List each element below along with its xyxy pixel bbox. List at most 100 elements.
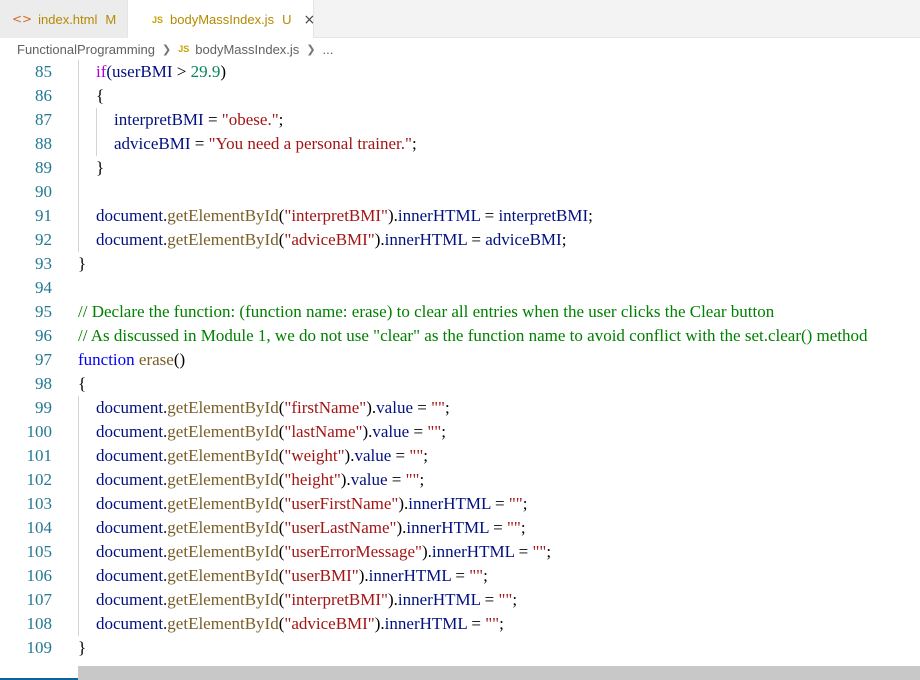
code-line[interactable]: 96 // As discussed in Module 1, we do not…	[0, 324, 920, 348]
code-line[interactable]: 104 document.getElementById("userLastName…	[0, 516, 920, 540]
code-line[interactable]: 97 function erase()	[0, 348, 920, 372]
code-line[interactable]: 89}	[0, 156, 920, 180]
code-editor[interactable]: 85 if(userBMI > 29.9) 86 {87 interpretBMI = …	[0, 60, 920, 666]
code-token: ;	[546, 542, 552, 561]
code-token: ""	[427, 422, 442, 441]
line-number: 95	[35, 302, 52, 321]
code-line[interactable]: 85 if(userBMI > 29.9)	[0, 60, 920, 84]
line-number: 86	[35, 86, 52, 105]
code-token: innerHTML	[384, 614, 472, 633]
code-line[interactable]: 99 document.getElementById("firstName").v…	[0, 396, 920, 420]
code-token: ()	[173, 350, 186, 369]
code-line[interactable]: 109}	[0, 636, 920, 660]
line-number: 101	[26, 446, 53, 465]
code-line[interactable]: 98 {	[0, 372, 920, 396]
code-line[interactable]: 108 document.getElementById("adviceBMI").…	[0, 612, 920, 636]
code-line[interactable]: 107 document.getElementById("interpretBMI…	[0, 588, 920, 612]
code-token: "userLastName"	[284, 518, 397, 537]
code-token: ).	[396, 518, 407, 537]
code-token: =	[471, 614, 481, 633]
code-token: "adviceBMI"	[284, 230, 375, 249]
code-line[interactable]: 91 document.getElementById("interpretBMI"…	[0, 204, 920, 228]
code-token: innerHTML	[431, 542, 519, 561]
code-line[interactable]: 87 interpretBMI = "obese.";	[0, 108, 920, 132]
breadcrumb-file[interactable]: bodyMassIndex.js	[195, 42, 299, 57]
code-token: ;	[520, 518, 526, 537]
line-number: 99	[35, 398, 52, 417]
code-line[interactable]: 106 document.getElementById("userBMI").in…	[0, 564, 920, 588]
line-number: 100	[26, 422, 53, 441]
code-token: ;	[444, 398, 450, 417]
code-text: adviceBMI = "You need a personal trainer…	[114, 132, 417, 156]
code-token: ""	[409, 446, 424, 465]
code-line[interactable]: 105 document.getElementById("userErrorMes…	[0, 540, 920, 564]
indent-guide	[78, 492, 79, 516]
code-token: getElementById	[167, 422, 279, 441]
code-token: document.	[96, 590, 168, 609]
code-token: ).	[387, 206, 398, 225]
horizontal-scrollbar[interactable]	[78, 666, 920, 680]
code-line[interactable]: 88 adviceBMI = "You need a personal train…	[0, 132, 920, 156]
code-token: value	[376, 398, 418, 417]
indent-guide	[78, 420, 79, 444]
code-text: document.getElementById("adviceBMI").inn…	[96, 612, 504, 636]
code-token: =	[194, 134, 205, 153]
code-token: "weight"	[284, 446, 345, 465]
code-token: =	[484, 590, 495, 609]
indent-guide	[78, 180, 79, 204]
code-line[interactable]: 95 // Declare the function: (function nam…	[0, 300, 920, 324]
code-token: ""	[508, 494, 523, 513]
code-line[interactable]: 90	[0, 180, 920, 204]
line-number: 105	[26, 542, 53, 561]
code-token: ).	[358, 566, 369, 585]
breadcrumb-folder[interactable]: FunctionalProgramming	[17, 42, 155, 57]
code-token: document.	[96, 398, 168, 417]
code-text: }	[78, 636, 86, 660]
code-line[interactable]: 100 document.getElementById("lastName").v…	[0, 420, 920, 444]
indent-guide	[78, 588, 79, 612]
close-icon[interactable]: ×	[303, 12, 315, 28]
code-token: =	[455, 566, 465, 585]
indent-guide	[78, 612, 79, 636]
code-text: document.getElementById("userLastName").…	[96, 516, 526, 540]
code-text: {	[78, 372, 86, 396]
code-token: getElementById	[167, 446, 279, 465]
code-token: getElementById	[167, 206, 279, 225]
code-token: "You need a personal trainer."	[208, 134, 412, 153]
code-line[interactable]: 103 document.getElementById("userFirstNam…	[0, 492, 920, 516]
code-line[interactable]: 93}	[0, 252, 920, 276]
code-token: ).	[362, 422, 373, 441]
line-number: 109	[26, 638, 53, 657]
code-token: ).	[366, 398, 377, 417]
code-token: ;	[512, 590, 518, 609]
line-number: 91	[35, 206, 52, 225]
indent-guide	[78, 516, 79, 540]
code-token: innerHTML	[384, 230, 472, 249]
code-token: ;	[411, 134, 417, 153]
tab-bodymassindex-js[interactable]: JS bodyMassIndex.js U ×	[128, 0, 315, 39]
code-token: ;	[423, 446, 429, 465]
code-text: // Declare the function: (function name:…	[78, 300, 774, 324]
code-token: ""	[485, 614, 500, 633]
code-token: ).	[344, 446, 355, 465]
code-token: "height"	[284, 470, 341, 489]
code-token: =	[495, 494, 505, 513]
line-number: 102	[26, 470, 53, 489]
tab-label: bodyMassIndex.js	[170, 12, 275, 27]
code-line[interactable]: 94	[0, 276, 920, 300]
code-line[interactable]: 101 document.getElementById("weight").val…	[0, 444, 920, 468]
code-token: value	[372, 422, 414, 441]
code-line[interactable]: 92 document.getElementById("adviceBMI").i…	[0, 228, 920, 252]
breadcrumb-more[interactable]: ...	[323, 42, 334, 57]
code-text: {	[96, 84, 104, 108]
code-token: }	[78, 254, 87, 273]
code-token: ;	[522, 494, 528, 513]
code-line[interactable]: 86 {	[0, 84, 920, 108]
tab-index-html[interactable]: <> index.html M	[0, 0, 128, 38]
indent-guide	[78, 108, 79, 132]
code-line[interactable]: 102 document.getElementById("height").val…	[0, 468, 920, 492]
code-token: "lastName"	[284, 422, 363, 441]
code-text: document.getElementById("lastName").valu…	[96, 420, 446, 444]
code-token: "adviceBMI"	[284, 614, 375, 633]
code-token: adviceBMI	[114, 134, 195, 153]
